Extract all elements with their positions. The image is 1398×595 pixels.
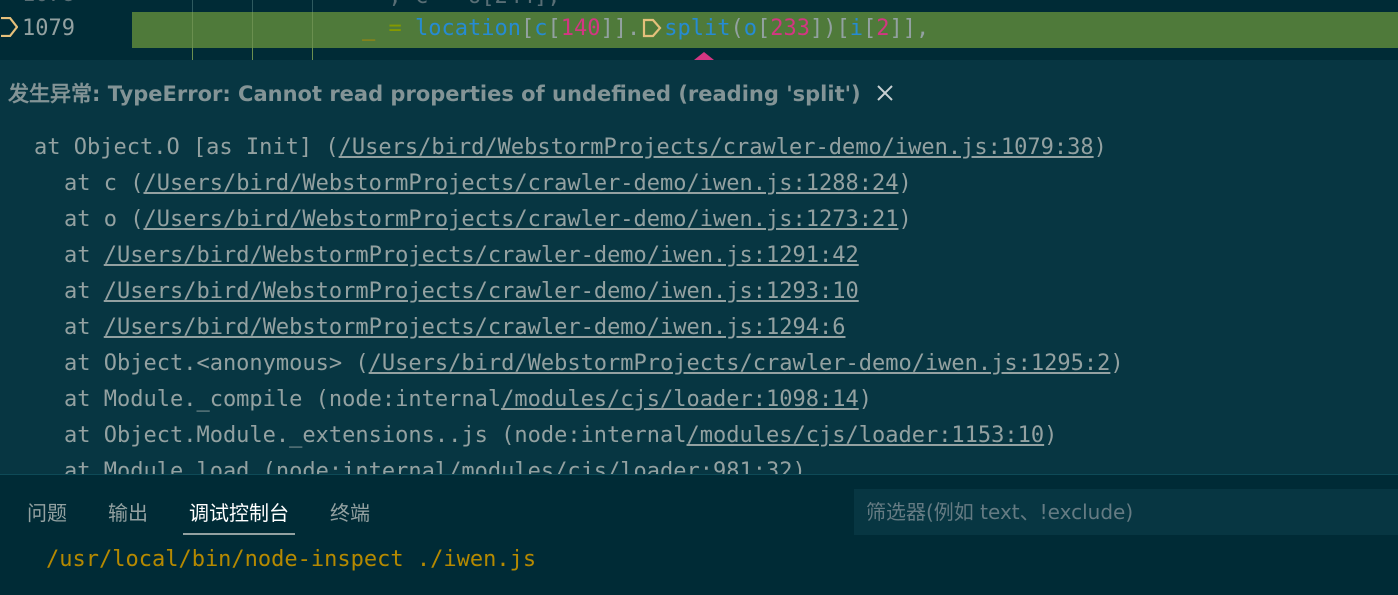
stack-frame-suffix: )	[898, 171, 912, 196]
breakpoint-arrow-icon[interactable]	[0, 17, 18, 37]
stack-frame-prefix: at Module.load (node:internal	[64, 459, 449, 474]
close-icon[interactable]	[875, 83, 895, 103]
stack-frame: at Object.O [as Init] (/Users/bird/Webst…	[34, 130, 1124, 166]
stack-frame: at Module.load (node:internal/modules/cj…	[34, 454, 1124, 474]
stack-frame-prefix: at Object.<anonymous> (	[64, 351, 369, 376]
exception-caret	[694, 52, 714, 60]
stack-frame-prefix: at	[64, 243, 104, 268]
stack-frame-suffix: )	[1110, 351, 1124, 376]
stack-frame-link[interactable]: /Users/bird/WebstormProjects/crawler-dem…	[369, 351, 1111, 376]
tab-output[interactable]: 输出	[108, 475, 148, 535]
exception-title: 发生异常: TypeError: Cannot read properties …	[8, 82, 861, 106]
stack-frame-link[interactable]: /modules/cjs/loader:981:32	[448, 459, 792, 474]
bottom-panel: 问题输出调试控制台终端 /usr/local/bin/node-inspect …	[0, 474, 1398, 595]
stack-frame-link[interactable]: /modules/cjs/loader:1153:10	[687, 423, 1045, 448]
tab-terminal[interactable]: 终端	[330, 475, 370, 535]
stack-trace: at Object.O [as Init] (/Users/bird/Webst…	[34, 130, 1124, 474]
line-number-current: 1079	[22, 16, 75, 41]
code-token: _	[362, 16, 376, 41]
stack-frame-prefix: at c (	[64, 171, 144, 196]
stack-frame-suffix: )	[792, 459, 806, 474]
stack-frame: at /Users/bird/WebstormProjects/crawler-…	[34, 310, 1124, 346]
stack-frame: at o (/Users/bird/WebstormProjects/crawl…	[34, 202, 1124, 238]
stack-frame-prefix: at Object.Module._extensions..js (node:i…	[64, 423, 687, 448]
stack-frame-suffix: )	[898, 207, 912, 232]
code-token: [	[520, 16, 535, 41]
stack-frame: at Module._compile (node:internal/module…	[34, 382, 1124, 418]
console-output: /usr/local/bin/node-inspect ./iwen.js	[46, 547, 537, 572]
code-token: (	[730, 16, 744, 41]
stack-frame: at Object.Module._extensions..js (node:i…	[34, 418, 1124, 454]
previous-line-code: , C = o[244],	[362, 0, 560, 9]
code-token: 233	[770, 16, 810, 41]
indent-guide	[252, 12, 253, 60]
tab-debug-console[interactable]: 调试控制台	[183, 475, 295, 535]
indent-guide	[192, 12, 193, 60]
stack-frame-prefix: at	[64, 279, 104, 304]
stack-frame-prefix: at o (	[64, 207, 144, 232]
line-number-previous: 1078	[22, 0, 75, 7]
stack-frame-link[interactable]: /Users/bird/WebstormProjects/crawler-dem…	[104, 315, 846, 340]
code-token: c	[534, 16, 548, 41]
current-line-code: _ = location[c[140]]. split(o[233])[i[2]]…	[362, 16, 929, 41]
filter-input[interactable]	[854, 489, 1398, 535]
code-token: o	[743, 16, 757, 41]
stack-frame-link[interactable]: /Users/bird/WebstormProjects/crawler-dem…	[104, 279, 859, 304]
code-token: 2	[876, 16, 890, 41]
code-token: [	[756, 16, 771, 41]
stack-frame-suffix: )	[1093, 135, 1107, 160]
code-token: i	[849, 16, 863, 41]
stack-frame-link[interactable]: /Users/bird/WebstormProjects/crawler-dem…	[143, 171, 898, 196]
stack-frame-prefix: at	[64, 315, 104, 340]
code-token: ]],	[889, 16, 930, 41]
panel-tabs: 问题 输出 调试控制台 终端	[0, 475, 384, 535]
inline-breakpoint-icon[interactable]	[642, 18, 662, 38]
stack-frame: at Object.<anonymous> (/Users/bird/Webst…	[34, 346, 1124, 382]
tab-problems[interactable]: 问题	[27, 475, 67, 535]
code-editor[interactable]: 1078 , C = o[244], 1079 _ = location[c[1…	[0, 0, 1398, 60]
indent-guide	[312, 12, 313, 60]
stack-frame-link[interactable]: /Users/bird/WebstormProjects/crawler-dem…	[339, 135, 1094, 160]
exception-header: 发生异常: TypeError: Cannot read properties …	[8, 78, 895, 108]
stack-frame: at c (/Users/bird/WebstormProjects/crawl…	[34, 166, 1124, 202]
stack-frame-link[interactable]: /modules/cjs/loader:1098:14	[501, 387, 859, 412]
code-token: location	[415, 16, 521, 41]
code-token: [	[547, 16, 561, 41]
stack-frame-suffix: )	[1044, 423, 1058, 448]
previous-code-line	[132, 0, 1398, 24]
stack-frame-link[interactable]: /Users/bird/WebstormProjects/crawler-dem…	[104, 243, 859, 268]
stack-frame-prefix: at Module._compile (node:internal	[64, 387, 502, 412]
stack-frame: at /Users/bird/WebstormProjects/crawler-…	[34, 238, 1124, 274]
code-token: ])[	[809, 16, 850, 41]
stack-frame-link[interactable]: /Users/bird/WebstormProjects/crawler-dem…	[143, 207, 898, 232]
code-token: =	[375, 16, 415, 41]
code-token: 140	[560, 16, 601, 41]
stack-frame-suffix: )	[858, 387, 872, 412]
code-token: split	[664, 16, 731, 41]
stack-frame: at /Users/bird/WebstormProjects/crawler-…	[34, 274, 1124, 310]
stack-frame-prefix: at Object.O [as Init] (	[34, 135, 339, 160]
code-token: ]].	[600, 16, 641, 41]
code-token: [	[862, 16, 877, 41]
exception-widget: 发生异常: TypeError: Cannot read properties …	[0, 60, 1398, 474]
